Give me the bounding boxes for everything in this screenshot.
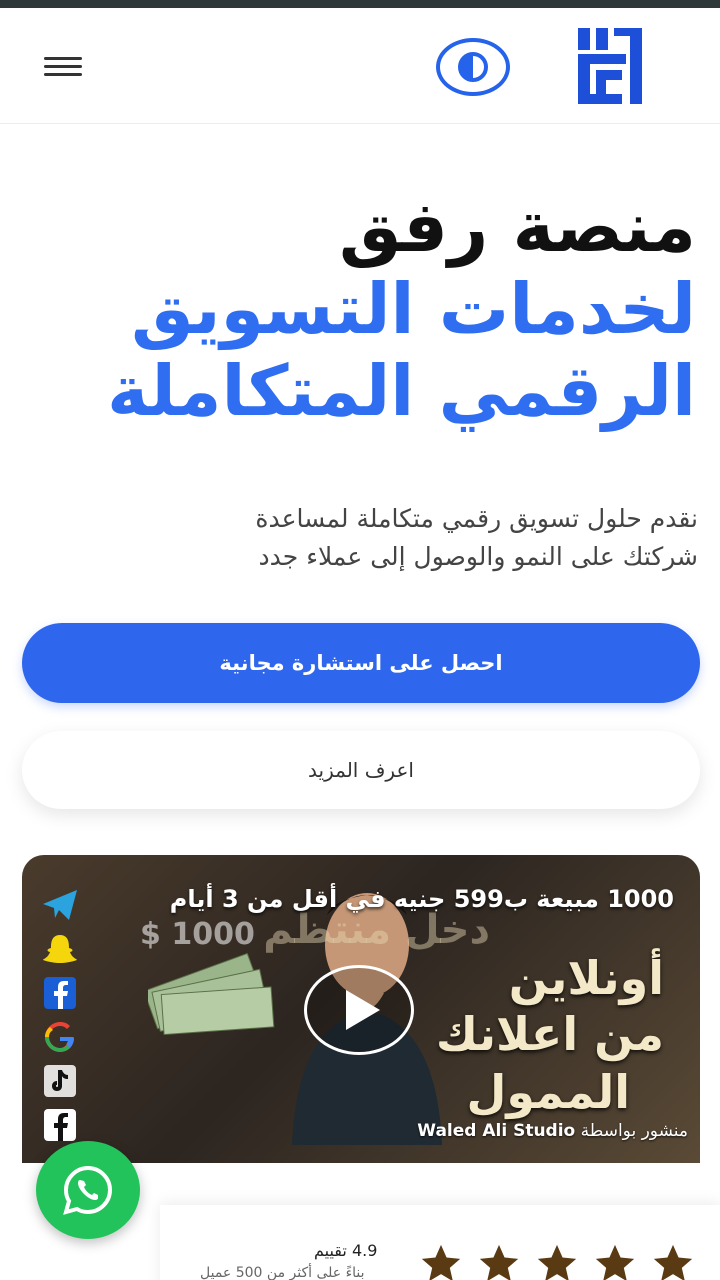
whatsapp-icon xyxy=(63,1165,113,1215)
google-icon xyxy=(40,1019,80,1055)
play-icon xyxy=(346,990,380,1030)
tiktok-icon xyxy=(40,1063,80,1099)
hero-description: نقدم حلول تسويق رقمي متكاملة لمساعدة شرك… xyxy=(18,500,698,575)
video-overlay-line3: الممول xyxy=(466,1065,630,1119)
hero-section: منصة رفق لخدمات التسويق الرقمي المتكاملة xyxy=(16,190,696,429)
hero-title-line3: الرقمي المتكاملة xyxy=(107,350,696,433)
posted-by-author: Waled Ali Studio xyxy=(417,1121,576,1141)
status-strip xyxy=(0,0,720,8)
money-amount-text: 1000 $ xyxy=(140,917,255,952)
hero-title-line1: منصة رفق xyxy=(339,186,696,268)
telegram-icon xyxy=(40,887,80,923)
rafq-logo[interactable] xyxy=(574,24,648,106)
video-card[interactable]: دخل منتظم 1000 $ 1000 مبيعة ب599 جنيه في… xyxy=(22,855,700,1163)
rating-card: 4.9 تقييم بناءً على أكثر من 500 عميل xyxy=(160,1205,720,1280)
rating-subtext: بناءً على أكثر من 500 عميل xyxy=(200,1265,365,1280)
facebook-icon xyxy=(40,975,80,1011)
site-header xyxy=(0,8,720,124)
hamburger-menu-icon[interactable] xyxy=(38,52,82,84)
rating-value: 4.9 تقييم xyxy=(314,1241,378,1260)
contrast-icon xyxy=(458,52,488,82)
description-line1: نقدم حلول تسويق رقمي متكاملة لمساعدة xyxy=(255,504,698,533)
star-icon xyxy=(479,1244,519,1280)
posted-by-label: منشور بواسطة Waled Ali Studio xyxy=(417,1121,688,1141)
description-line2: شركتك على النمو والوصول إلى عملاء جدد xyxy=(258,541,698,571)
money-fan-image xyxy=(148,952,275,1036)
rating-stars xyxy=(416,1241,698,1280)
play-button[interactable] xyxy=(304,965,414,1055)
video-overlay-title: 1000 مبيعة ب599 جنيه في أقل من 3 أيام xyxy=(169,885,674,913)
theme-toggle-button[interactable] xyxy=(436,38,510,96)
star-icon xyxy=(537,1244,577,1280)
posted-by-prefix: منشور بواسطة xyxy=(580,1121,688,1141)
snapchat-icon xyxy=(40,931,80,967)
free-consultation-button[interactable]: احصل على استشارة مجانية xyxy=(22,623,700,703)
star-icon xyxy=(595,1244,635,1280)
video-overlay-line1: أونلاين xyxy=(508,951,664,1005)
star-icon xyxy=(653,1244,693,1280)
star-icon xyxy=(421,1244,461,1280)
social-icons-column xyxy=(36,887,80,1151)
video-overlay-line2: من اعلانك xyxy=(435,1007,664,1061)
learn-more-button[interactable]: اعرف المزيد xyxy=(22,731,700,809)
facebook-icon xyxy=(40,1107,80,1143)
whatsapp-button[interactable] xyxy=(36,1141,140,1239)
hero-title-line2: لخدمات التسويق xyxy=(131,268,696,351)
